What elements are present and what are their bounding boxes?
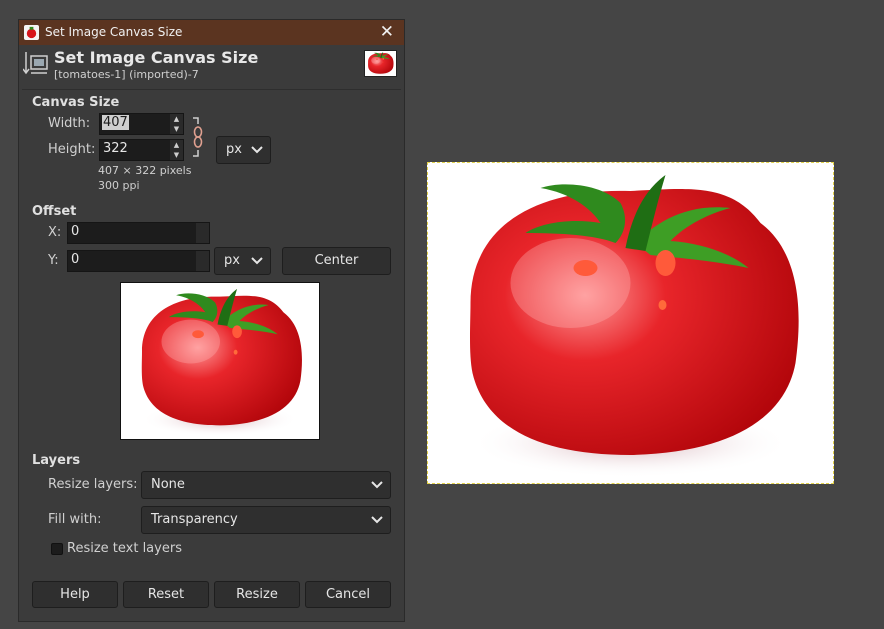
window-titlebar[interactable]: Set Image Canvas Size ✕ — [19, 20, 404, 45]
dialog-title: Set Image Canvas Size — [54, 48, 259, 67]
increment-icon[interactable]: ▲ — [170, 140, 183, 150]
chevron-down-icon — [251, 257, 263, 265]
height-label: Height: — [48, 142, 96, 157]
reset-button[interactable]: Reset — [123, 581, 209, 608]
resize-layers-value: None — [151, 477, 185, 492]
fill-with-dropdown[interactable]: Transparency — [141, 506, 391, 534]
close-icon[interactable]: ✕ — [380, 22, 394, 42]
fill-with-label: Fill with: — [48, 512, 102, 527]
header-separator — [22, 89, 401, 90]
decrement-icon[interactable]: ▼ — [170, 150, 183, 160]
chain-link-icon[interactable] — [191, 116, 205, 158]
offset-unit-value: px — [224, 253, 240, 268]
increment-icon[interactable] — [196, 223, 209, 233]
cancel-button[interactable]: Cancel — [305, 581, 391, 608]
offset-x-stepper[interactable] — [196, 223, 209, 243]
canvas-size-icon — [23, 52, 48, 75]
canvas-image — [428, 163, 833, 483]
offset-y-stepper[interactable] — [196, 251, 209, 271]
decrement-icon[interactable] — [196, 233, 209, 243]
width-spinbox[interactable]: 407 ▲ ▼ — [99, 113, 184, 135]
width-label: Width: — [48, 116, 91, 131]
canvas-size-dialog: Set Image Canvas Size ✕ Set Image Canvas… — [18, 19, 405, 622]
fill-with-value: Transparency — [151, 512, 238, 527]
pixel-dimensions: 407 × 322 pixels — [98, 164, 192, 177]
resize-text-layers-label[interactable]: Resize text layers — [67, 541, 182, 556]
height-stepper[interactable]: ▲ ▼ — [170, 140, 183, 160]
offset-x-value[interactable]: 0 — [71, 224, 79, 239]
decrement-icon[interactable] — [196, 261, 209, 271]
decrement-icon[interactable]: ▼ — [170, 124, 183, 134]
image-thumbnail — [364, 50, 397, 77]
offset-y-value[interactable]: 0 — [71, 252, 79, 267]
chevron-down-icon — [371, 481, 383, 489]
gimp-icon — [24, 25, 39, 40]
layers-heading: Layers — [32, 453, 81, 468]
image-name: [tomatoes-1] (imported)-7 — [54, 68, 199, 81]
resize-button[interactable]: Resize — [214, 581, 300, 608]
width-stepper[interactable]: ▲ ▼ — [170, 114, 183, 134]
chevron-down-icon — [251, 146, 263, 154]
offset-heading: Offset — [32, 204, 77, 219]
canvas-unit-value: px — [226, 142, 242, 157]
resize-layers-label: Resize layers: — [48, 477, 138, 492]
canvas-unit-dropdown[interactable]: px — [216, 136, 271, 164]
increment-icon[interactable]: ▲ — [170, 114, 183, 124]
offset-unit-dropdown[interactable]: px — [214, 247, 271, 275]
height-spinbox[interactable]: 322 ▲ ▼ — [99, 139, 184, 161]
offset-x-label: X: — [48, 225, 62, 240]
canvas-size-heading: Canvas Size — [32, 95, 120, 110]
preview-image — [121, 283, 319, 439]
offset-y-spinbox[interactable]: 0 — [67, 250, 210, 272]
offset-preview[interactable] — [120, 282, 320, 440]
window-title: Set Image Canvas Size — [45, 25, 183, 39]
offset-y-label: Y: — [48, 253, 59, 268]
resize-layers-dropdown[interactable]: None — [141, 471, 391, 499]
offset-x-spinbox[interactable]: 0 — [67, 222, 210, 244]
height-value[interactable]: 322 — [103, 141, 128, 156]
resolution-info: 300 ppi — [98, 179, 140, 192]
width-value[interactable]: 407 — [102, 115, 129, 130]
resize-text-layers-checkbox[interactable] — [51, 543, 63, 555]
image-canvas[interactable] — [427, 162, 834, 484]
center-button[interactable]: Center — [282, 247, 391, 275]
help-button[interactable]: Help — [32, 581, 118, 608]
increment-icon[interactable] — [196, 251, 209, 261]
chevron-down-icon — [371, 516, 383, 524]
